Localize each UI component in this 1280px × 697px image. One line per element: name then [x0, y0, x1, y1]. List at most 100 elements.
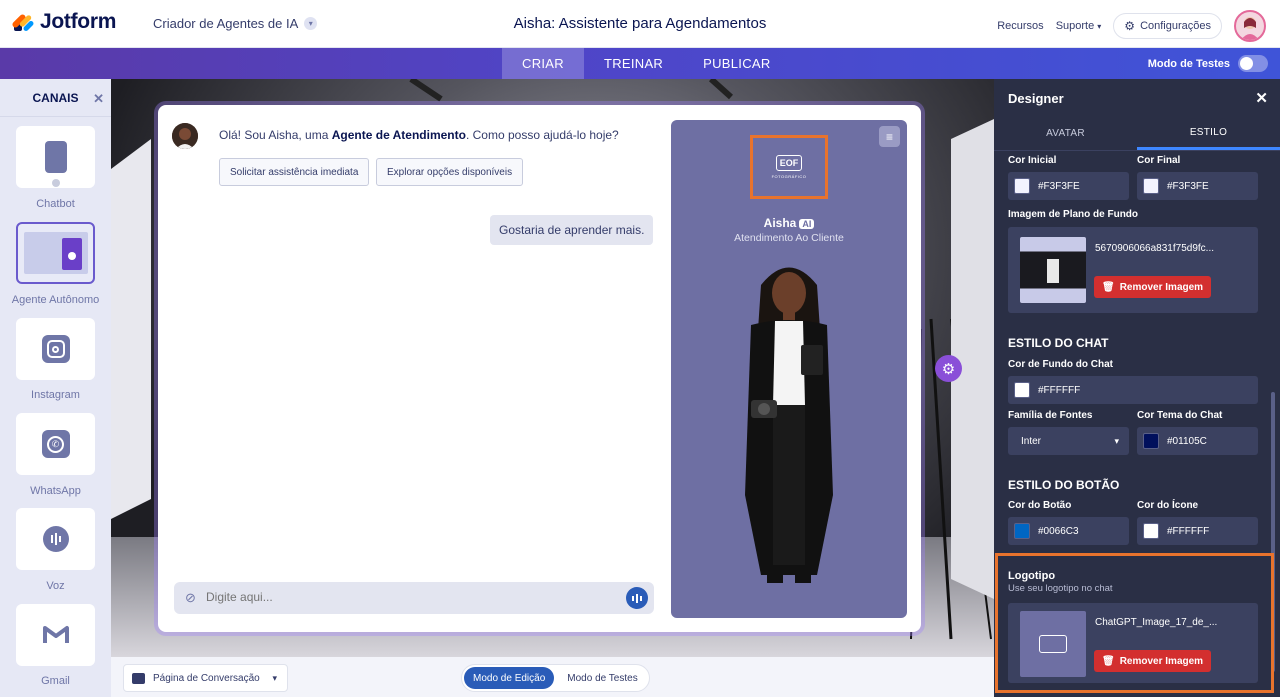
chat-page-icon	[132, 672, 145, 684]
resources-link[interactable]: Recursos	[997, 20, 1043, 32]
bg-image-label: Imagem de Plano de Fundo	[1008, 209, 1139, 220]
voice-icon	[42, 526, 69, 552]
chat-bg-value: #FFFFFF	[1038, 384, 1081, 396]
channel-label-voice: Voz	[46, 580, 65, 592]
gmail-icon	[42, 626, 69, 643]
user-avatar[interactable]	[1234, 10, 1266, 42]
button-color-value: #0066C3	[1038, 525, 1079, 537]
close-icon[interactable]: ✕	[93, 91, 104, 107]
tab-style[interactable]: ESTILO	[1137, 117, 1280, 150]
instagram-icon	[41, 335, 70, 363]
agent-photo	[745, 267, 833, 583]
designer-title: Designer	[1008, 90, 1064, 106]
agent-name: Aisha AI	[671, 216, 907, 230]
logo-subtext: FOTOGRÁFICO	[771, 174, 807, 179]
test-mode-label: Modo de Testes	[1147, 57, 1230, 70]
top-bar: Jotform Criador de Agentes de IA ▾ Aisha…	[0, 0, 1280, 48]
main-nav: CRIAR TREINAR PUBLICAR Modo de Testes	[0, 48, 1280, 79]
channel-chatbot[interactable]	[16, 126, 95, 188]
channel-instagram[interactable]	[16, 318, 95, 380]
start-color-label: Cor Inicial	[1008, 155, 1057, 166]
close-icon[interactable]: ✕	[1255, 89, 1268, 107]
logo-text: EOF	[779, 158, 799, 168]
chat-bg-label: Cor de Fundo do Chat	[1008, 359, 1113, 370]
page-select[interactable]: Página de Conversação ▾	[123, 664, 288, 692]
quick-reply-explore[interactable]: Explorar opções disponíveis	[376, 158, 524, 186]
button-color-field[interactable]: #0066C3	[1008, 517, 1129, 545]
font-value: Inter	[1021, 435, 1042, 447]
tab-create[interactable]: CRIAR	[502, 48, 584, 79]
logo-highlight-box	[995, 553, 1274, 693]
end-color-field[interactable]: #F3F3FE	[1137, 172, 1258, 200]
user-message: Gostaria de aprender mais.	[490, 215, 654, 245]
start-color-value: #F3F3FE	[1038, 180, 1080, 192]
agent-logo[interactable]: EOF FOTOGRÁFICO	[750, 135, 828, 199]
test-mode-button[interactable]: Modo de Testes	[558, 667, 646, 689]
remove-bg-image-label: Remover Imagem	[1119, 281, 1204, 293]
menu-icon[interactable]: ≡	[879, 126, 900, 147]
greeting-bold: Agente de Atendimento	[331, 128, 466, 142]
button-style-title: ESTILO DO BOTÃO	[1008, 478, 1120, 492]
bot-avatar	[172, 123, 198, 149]
chat-composer: ⊘	[174, 582, 654, 614]
mode-toggle: Modo de Edição Modo de Testes	[461, 664, 650, 692]
support-label: Suporte	[1055, 20, 1095, 32]
color-swatch	[1143, 178, 1159, 194]
quick-reply-immediate[interactable]: Solicitar assistência imediata	[219, 158, 370, 186]
theme-color-label: Cor Tema do Chat	[1137, 410, 1223, 421]
color-swatch	[1143, 433, 1159, 449]
channel-label-chatbot: Chatbot	[36, 198, 75, 210]
start-color-field[interactable]: #F3F3FE	[1008, 172, 1129, 200]
font-label: Família de Fontes	[1008, 410, 1093, 421]
bg-image-box: 5670906066a831f75d9fc... 🗑 Remover Image…	[1008, 227, 1258, 313]
page-select-label: Página de Conversação	[153, 672, 260, 684]
channel-whatsapp[interactable]: ✆	[16, 413, 95, 475]
bot-greeting: Olá! Sou Aisha, uma Agente de Atendiment…	[219, 128, 619, 142]
channel-label-standalone: Agente Autônomo	[11, 294, 100, 306]
whatsapp-icon: ✆	[41, 430, 70, 458]
camera-logo-icon: EOF	[776, 155, 802, 171]
channel-label-whatsapp: WhatsApp	[30, 485, 81, 497]
chat-input[interactable]	[206, 590, 586, 604]
chevron-down-icon: ▾	[1114, 435, 1119, 446]
remove-bg-image-button[interactable]: 🗑 Remover Imagem	[1094, 276, 1212, 298]
voice-wave-icon	[632, 593, 642, 603]
channel-standalone-agent[interactable]	[16, 222, 95, 284]
ai-badge: AI	[799, 219, 815, 229]
channel-gmail[interactable]	[16, 604, 95, 666]
channel-label-gmail: Gmail	[41, 675, 70, 687]
color-swatch	[1014, 178, 1030, 194]
channel-voice[interactable]	[16, 508, 95, 570]
voice-input-button[interactable]	[626, 587, 648, 609]
color-swatch	[1014, 523, 1030, 539]
greeting-prefix: Olá! Sou Aisha, uma	[219, 128, 332, 142]
color-swatch	[1143, 523, 1159, 539]
tab-publish[interactable]: PUBLICAR	[683, 48, 790, 79]
gear-icon[interactable]: ⚙	[935, 355, 962, 382]
agent-role: Atendimento Ao Cliente	[734, 232, 844, 244]
channels-title: CANAIS	[32, 90, 79, 105]
standalone-agent-icon	[23, 232, 88, 274]
settings-button[interactable]: ⚙ Configurações	[1113, 13, 1222, 39]
support-menu[interactable]: Suporte ▾	[1056, 20, 1102, 32]
icon-color-field[interactable]: #FFFFFF	[1137, 517, 1258, 545]
icon-color-value: #FFFFFF	[1167, 525, 1210, 537]
chevron-down-icon: ▾	[272, 672, 277, 683]
paperclip-icon[interactable]: ⊘	[185, 590, 196, 606]
trash-icon: 🗑	[1102, 281, 1115, 293]
bg-image-thumbnail	[1020, 237, 1086, 303]
chat-bg-field[interactable]: #FFFFFF	[1008, 376, 1258, 404]
channel-label-instagram: Instagram	[31, 389, 80, 401]
tab-avatar[interactable]: AVATAR	[994, 117, 1137, 150]
theme-color-value: #01105C	[1167, 435, 1207, 447]
font-select[interactable]: Inter ▾	[1008, 427, 1129, 455]
gear-icon: ⚙	[1124, 19, 1136, 33]
theme-color-field[interactable]: #01105C	[1137, 427, 1258, 455]
bg-image-filename: 5670906066a831f75d9fc...	[1095, 243, 1214, 254]
end-color-value: #F3F3FE	[1167, 180, 1209, 192]
agent-name-text: Aisha	[763, 216, 797, 230]
edit-mode-button[interactable]: Modo de Edição	[464, 667, 555, 689]
settings-label: Configurações	[1140, 20, 1211, 32]
test-mode-switch[interactable]	[1238, 55, 1268, 72]
tab-train[interactable]: TREINAR	[584, 48, 683, 79]
